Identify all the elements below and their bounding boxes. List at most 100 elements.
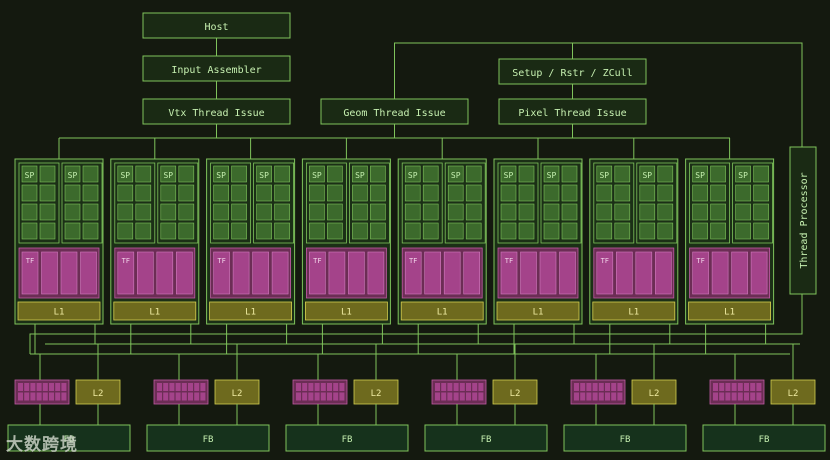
- sp-cell: [422, 165, 439, 183]
- sp-cell: [465, 203, 482, 221]
- rop-cell: [750, 392, 756, 401]
- host-label: Host: [204, 22, 228, 33]
- rop-block: [570, 379, 626, 405]
- tf-cell: [750, 251, 768, 295]
- sp-cell: [135, 222, 152, 240]
- cluster-4: SP SP TF L1: [301, 138, 391, 354]
- memory-partition-2: L2 FB: [146, 344, 270, 452]
- sp-cell: [231, 203, 247, 221]
- cluster-1: SP SP TF L1: [14, 138, 104, 354]
- sp-label: SP: [259, 171, 269, 180]
- sp-cell: [753, 203, 769, 221]
- sp-cell: [178, 203, 195, 221]
- l1-label: L1: [245, 308, 256, 318]
- sp-cell: [256, 222, 272, 240]
- rop-cell: [55, 392, 61, 401]
- rop-cell: [333, 392, 339, 401]
- sp-cell: [178, 165, 195, 183]
- tf-cell: [156, 251, 174, 295]
- sp-cell: [64, 222, 81, 240]
- sp-cell: [561, 222, 578, 240]
- setup-rstr-zcull-label: Setup / Rstr / ZCull: [512, 68, 632, 79]
- rop-cell: [42, 383, 48, 391]
- sp-cell: [692, 222, 708, 240]
- sp-label: SP: [547, 171, 557, 180]
- rop-cell: [586, 392, 592, 401]
- sp-label: SP: [25, 171, 35, 180]
- sp-cell: [39, 184, 56, 202]
- sp-label: SP: [599, 171, 609, 180]
- sp-cell: [518, 165, 535, 183]
- rop-cell: [18, 392, 23, 401]
- sp-cell: [370, 203, 386, 221]
- rop-cell: [611, 392, 617, 401]
- sp-cell: [692, 184, 708, 202]
- sp-cell: [614, 184, 631, 202]
- sp-cell: [422, 203, 439, 221]
- sp-cell: [404, 184, 421, 202]
- sp-cell: [82, 222, 99, 240]
- tf-label: TF: [313, 257, 321, 265]
- rop-cell: [744, 383, 749, 391]
- tf-cell: [328, 251, 346, 295]
- rop-cell: [605, 383, 610, 391]
- pixel-thread-issue-label: Pixel Thread Issue: [518, 108, 626, 119]
- sp-cell: [422, 184, 439, 202]
- tf-cell: [252, 251, 269, 295]
- cluster-5: SP SP TF L1: [397, 138, 487, 354]
- rop-cell: [320, 392, 326, 401]
- sp-cell: [447, 222, 464, 240]
- sp-cell: [614, 203, 631, 221]
- sp-cell: [274, 165, 290, 183]
- rop-cell: [472, 383, 478, 391]
- sp-cell: [21, 184, 38, 202]
- rop-cell: [580, 383, 586, 391]
- rop-cell: [314, 383, 320, 391]
- rop-cell: [586, 383, 592, 391]
- rop-cell: [453, 392, 459, 401]
- sp-cell: [518, 184, 535, 202]
- input-assembler-label: Input Assembler: [171, 65, 261, 76]
- rop-cell: [617, 392, 623, 401]
- sp-cell: [657, 165, 674, 183]
- sp-label: SP: [451, 171, 461, 180]
- sp-cell: [274, 184, 290, 202]
- rop-cell: [737, 383, 743, 391]
- rop-cell: [188, 392, 193, 401]
- rop-cell: [447, 383, 453, 391]
- sp-cell: [422, 222, 439, 240]
- cluster-2: SP SP TF L1: [110, 138, 200, 354]
- rop-cell: [175, 392, 181, 401]
- sp-cell: [561, 184, 578, 202]
- rop-cell: [719, 392, 725, 401]
- sp-cell: [274, 203, 290, 221]
- l1-label: L1: [341, 308, 352, 318]
- rop-cell: [441, 392, 447, 401]
- rop-cell: [302, 392, 308, 401]
- tf-cell: [367, 251, 385, 295]
- sp-label: SP: [120, 171, 130, 180]
- rop-cell: [435, 392, 440, 401]
- tf-label: TF: [601, 257, 609, 265]
- rop-cell: [36, 392, 42, 401]
- fb-label: FB: [203, 435, 214, 445]
- rop-cell: [598, 392, 604, 401]
- sp-cell: [39, 222, 56, 240]
- sp-cell: [657, 203, 674, 221]
- rop-cell: [339, 392, 345, 401]
- sp-cell: [82, 184, 99, 202]
- cluster-3: SP SP TF L1: [206, 138, 296, 354]
- tf-label: TF: [409, 257, 417, 265]
- tf-label: TF: [122, 257, 130, 265]
- sp-cell: [352, 203, 368, 221]
- l1-label: L1: [437, 308, 448, 318]
- rop-cell: [713, 383, 718, 391]
- rop-cell: [453, 383, 459, 391]
- rop-cell: [459, 392, 465, 401]
- rop-cell: [737, 392, 743, 401]
- rop-block: [153, 379, 209, 405]
- sp-cell: [327, 203, 343, 221]
- sp-label: SP: [695, 171, 705, 180]
- rop-cell: [181, 392, 187, 401]
- rop-cell: [478, 392, 484, 401]
